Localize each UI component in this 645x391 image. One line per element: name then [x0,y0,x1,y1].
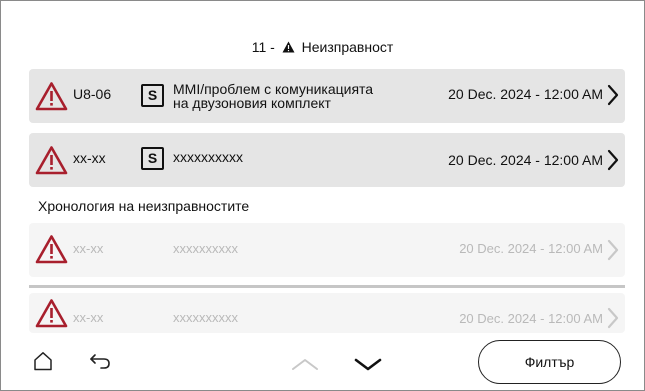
title-separator: - [270,39,275,55]
description-line-2: на двузоновия комплект [173,95,331,111]
fault-date: 20 Dec. 2024 - 12:00 AM [459,241,603,256]
page-title: 11 - Неизправност [1,39,644,55]
description-line-1: MMI/проблем с комуникацията [173,81,374,97]
fault-code: xx-xx [73,241,104,256]
history-label: Хронология на неизправностите [38,198,250,214]
home-icon[interactable] [33,351,53,371]
chevron-right-icon [607,239,619,261]
warning-triangle-icon [35,299,68,328]
s-badge-icon: S [141,147,164,170]
warning-small-icon [282,41,295,53]
chevron-right-icon [607,307,619,329]
fault-code: U8-06 [73,86,112,102]
description-line-1: xxxxxxxxxx [173,149,243,165]
fault-date: 20 Dec. 2024 - 12:00 AM [448,86,603,102]
divider [29,285,625,288]
fault-description: xxxxxxxxxx [173,310,238,325]
fault-code: xx-xx [73,310,104,325]
fault-row[interactable]: xx-xx S xxxxxxxxxx 20 Dec. 2024 - 12:00 … [29,133,625,187]
fault-count: 11 [251,39,267,55]
chevron-right-icon [607,84,619,106]
warning-triangle-icon [35,146,68,175]
fault-description: xxxxxxxxxx [173,241,238,256]
fault-date: 20 Dec. 2024 - 12:00 AM [448,152,603,168]
warning-triangle-icon [35,82,68,111]
screen-frame: 11 - Неизправност U8-06 S MMI/проблем с … [0,0,645,391]
history-row[interactable]: xx-xx xxxxxxxxxx 20 Dec. 2024 - 12:00 AM [29,293,625,333]
fault-code: xx-xx [73,150,106,166]
back-arrow-icon[interactable] [89,353,111,371]
chevron-up-icon[interactable] [290,356,320,372]
s-badge-icon: S [141,84,164,107]
filter-button[interactable]: Филтър [478,340,621,384]
chevron-right-icon [607,149,619,171]
fault-description: MMI/проблем с комуникацията на двузонови… [173,82,373,110]
history-row[interactable]: xx-xx xxxxxxxxxx 20 Dec. 2024 - 12:00 AM [29,223,625,277]
title-text: Неизправност [301,39,394,55]
fault-date: 20 Dec. 2024 - 12:00 AM [459,311,603,326]
fault-row[interactable]: U8-06 S MMI/проблем с комуникацията на д… [29,69,625,123]
fault-description: xxxxxxxxxx [173,150,243,164]
chevron-down-icon[interactable] [353,357,383,373]
warning-triangle-icon [35,235,68,264]
